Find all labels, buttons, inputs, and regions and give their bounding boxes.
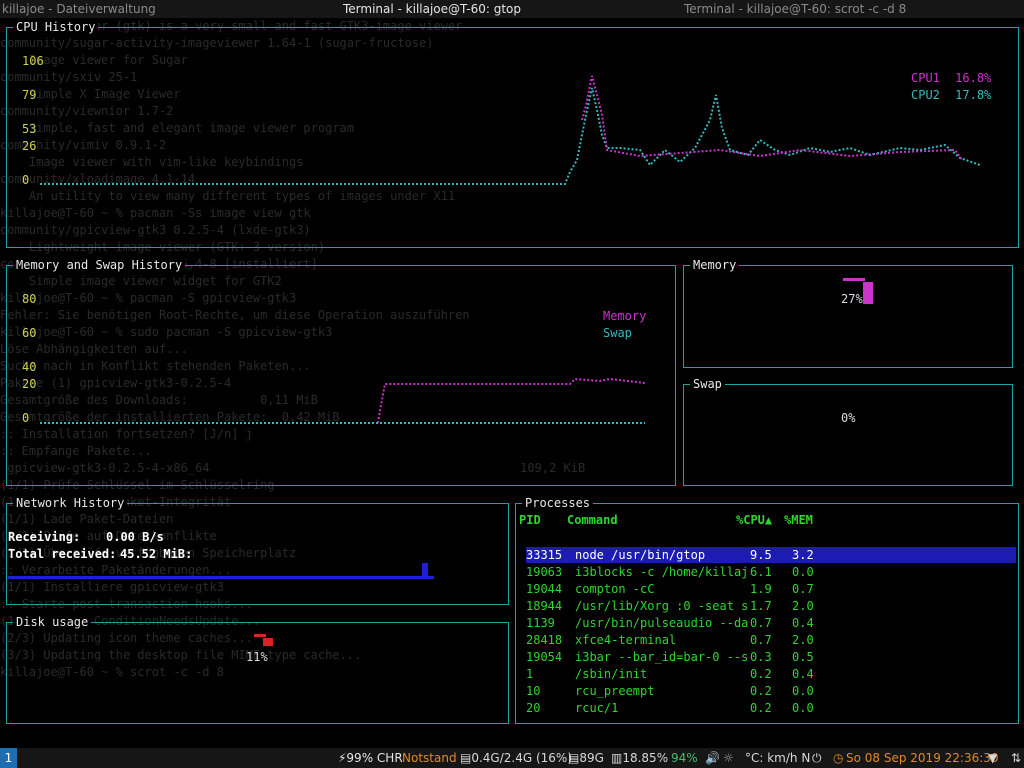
- process-command: i3bar --bar_id=bar-0 --s: [575, 650, 749, 664]
- process-cpu: 1.7: [750, 599, 772, 613]
- process-mem: 0.0: [792, 565, 814, 579]
- disk-gauge-arc-side: [263, 638, 273, 646]
- process-mem: 0.5: [792, 650, 814, 664]
- column-mem[interactable]: %MEM: [784, 513, 813, 527]
- process-pid: 19063: [526, 565, 563, 579]
- process-cpu: 6.1: [750, 565, 772, 579]
- process-row[interactable]: 20 rcuc/1 0.2 0.0: [526, 700, 1016, 716]
- process-pid: 18944: [526, 599, 563, 613]
- process-command: compton -cC: [575, 582, 655, 596]
- process-mem: 0.4: [792, 616, 814, 630]
- process-row[interactable]: 28418 xfce4-terminal 0.7 2.0: [526, 632, 1016, 648]
- workspace-button[interactable]: 1: [0, 748, 17, 768]
- process-mem: 0.0: [792, 684, 814, 698]
- processes-title: Processes: [522, 495, 594, 511]
- process-row[interactable]: 1139/usr/bin/pulseaudio --da 0.7 0.4: [526, 615, 1016, 631]
- process-mem: 0.0: [792, 701, 814, 715]
- process-pid: 19054: [526, 650, 563, 664]
- datetime-status: So 08 Sep 2019 22:36:30: [846, 751, 999, 765]
- disk-gauge-arc-top: [254, 634, 266, 637]
- column-pid[interactable]: PID: [519, 513, 541, 527]
- process-command: /usr/lib/Xorg :0 -seat s: [575, 599, 749, 613]
- clock-icon: ◷: [833, 751, 844, 765]
- process-row[interactable]: 19044 compton -cC 1.9 0.7: [526, 581, 1016, 597]
- process-mem: 2.0: [792, 633, 814, 647]
- column-cpu[interactable]: %CPU▲: [736, 513, 772, 527]
- disk-status: ▤89G: [568, 751, 604, 765]
- weather-status: °C: km/h N: [745, 751, 811, 765]
- process-row[interactable]: 10 rcu_preempt 0.2 0.0: [526, 683, 1016, 699]
- process-command: rcu_preempt: [575, 684, 655, 698]
- network-icon[interactable]: ⇅: [1011, 751, 1021, 765]
- process-command: xfce4-terminal: [575, 633, 677, 647]
- process-command: rcuc/1: [575, 701, 619, 715]
- process-cpu: 0.2: [750, 667, 772, 681]
- power-icon[interactable]: ⏻: [812, 751, 822, 766]
- wifi-icon[interactable]: ▼: [988, 751, 997, 765]
- process-row[interactable]: 18944/usr/lib/Xorg :0 -seat s 1.7 2.0: [526, 598, 1016, 614]
- battery-status: ⚡99% CHR: [338, 751, 403, 765]
- process-pid: 20: [526, 701, 541, 715]
- process-mem: 2.0: [792, 599, 814, 613]
- process-mem: 3.2: [792, 548, 814, 562]
- disk-percent: 11%: [246, 650, 268, 664]
- process-cpu: 0.7: [750, 633, 772, 647]
- process-command: i3blocks -c /home/killaj: [575, 565, 749, 579]
- process-row-selected[interactable]: 33315 node /usr/bin/gtop 9.5 3.2: [526, 547, 1016, 563]
- process-cpu: 0.7: [750, 616, 772, 630]
- process-pid: 10: [526, 684, 541, 698]
- column-command[interactable]: Command: [567, 513, 618, 527]
- process-cpu: 9.5: [750, 548, 772, 562]
- process-row[interactable]: 1/sbin/init 0.2 0.4: [526, 666, 1016, 682]
- process-command: /usr/bin/pulseaudio --da: [575, 616, 749, 630]
- weather-icon: ☼: [723, 751, 734, 765]
- process-pid: 28418: [526, 633, 563, 647]
- process-row[interactable]: 19054 i3bar --bar_id=bar-0 --s 0.3 0.5: [526, 649, 1016, 665]
- process-command: /sbin/init: [575, 667, 648, 681]
- notstand-status: Notstand: [402, 751, 457, 765]
- process-pid: 19044: [526, 582, 563, 596]
- process-cpu: 0.3: [750, 650, 772, 664]
- process-mem: 0.4: [792, 667, 814, 681]
- process-command: node /usr/bin/gtop: [575, 548, 706, 562]
- cpu-status: ▥18.85%: [611, 751, 669, 765]
- memory-status: ▤0.4G/2.4G (16%): [460, 751, 572, 765]
- process-cpu: 1.9: [750, 582, 772, 596]
- volume-icon[interactable]: 🔊: [705, 751, 720, 765]
- status-bar: 1 ⚡99% CHR Notstand ▤0.4G/2.4G (16%) ▤89…: [0, 748, 1024, 768]
- process-cpu: 0.2: [750, 701, 772, 715]
- process-row[interactable]: 19063 i3blocks -c /home/killaj 6.1 0.0: [526, 564, 1016, 580]
- process-pid: 33315: [526, 548, 563, 562]
- volume-status[interactable]: 94%: [671, 751, 698, 765]
- screen: Simple viewer (gtk) is a very small and …: [0, 0, 1024, 768]
- process-mem: 0.7: [792, 582, 814, 596]
- process-pid: 1: [526, 667, 534, 681]
- process-cpu: 0.2: [750, 684, 772, 698]
- process-pid: 1139: [526, 616, 555, 630]
